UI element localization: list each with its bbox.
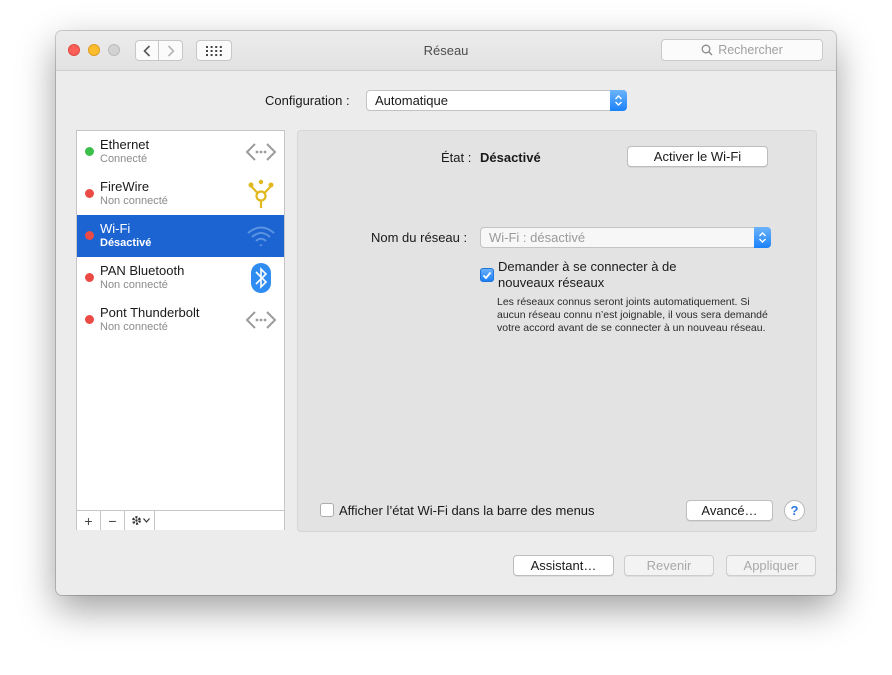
service-item-bluetooth[interactable]: PAN Bluetooth Non connecté — [77, 257, 284, 299]
help-button[interactable]: ? — [784, 500, 805, 521]
checkmark-icon — [482, 271, 492, 279]
revert-button[interactable]: Revenir — [624, 555, 714, 576]
status-dot — [85, 231, 94, 240]
apply-button[interactable]: Appliquer — [726, 555, 816, 576]
service-name: FireWire — [100, 179, 150, 194]
ask-join-checkbox[interactable] — [480, 268, 494, 282]
wifi-detail-pane: État : Désactivé Activer le Wi-Fi Nom du… — [297, 130, 817, 532]
search-field[interactable]: Rechercher — [661, 39, 823, 61]
service-item-firewire[interactable]: FireWire Non connecté — [77, 173, 284, 215]
service-item-wifi[interactable]: Wi-Fi Désactivé — [77, 215, 284, 257]
service-item-ethernet[interactable]: Ethernet Connecté — [77, 131, 284, 173]
ask-join-label-line1[interactable]: Demander à se connecter à de — [498, 259, 677, 274]
service-status: Non connecté — [100, 195, 168, 207]
ethernet-arrows-icon — [244, 136, 278, 168]
network-service-list: Ethernet Connecté FireWire Non connecté … — [76, 130, 285, 530]
advanced-button[interactable]: Avancé… — [686, 500, 773, 521]
network-name-popup[interactable]: Wi-Fi : désactivé — [480, 227, 771, 248]
state-value: Désactivé — [480, 150, 541, 165]
service-status: Connecté — [100, 153, 148, 165]
network-name-value: Wi-Fi : désactivé — [489, 230, 586, 245]
search-icon — [701, 44, 713, 56]
remove-service-button[interactable]: − — [101, 511, 125, 530]
show-wifi-status-checkbox[interactable] — [320, 503, 334, 517]
service-name: Wi-Fi — [100, 221, 131, 236]
popup-arrows-icon — [754, 227, 771, 248]
add-service-button[interactable]: + — [77, 511, 101, 530]
popup-arrows-icon — [610, 90, 627, 111]
service-status: Non connecté — [100, 321, 168, 333]
service-list-toolbar: + − — [77, 510, 284, 530]
ask-join-note-line1: Les réseaux connus seront joints automat… — [497, 296, 750, 308]
chevron-down-icon — [142, 518, 150, 523]
network-preferences-window: Réseau Rechercher Configuration : Automa… — [56, 31, 836, 595]
wifi-icon — [244, 220, 278, 252]
assistant-button[interactable]: Assistant… — [513, 555, 614, 576]
activate-wifi-button[interactable]: Activer le Wi-Fi — [627, 146, 768, 167]
ask-join-note-line3: votre accord avant de se connecter à un … — [497, 322, 766, 334]
search-placeholder: Rechercher — [718, 43, 783, 57]
service-item-thunderbolt[interactable]: Pont Thunderbolt Non connecté — [77, 299, 284, 341]
thunderbolt-bridge-arrows-icon — [244, 304, 278, 336]
ask-join-label-line2[interactable]: nouveaux réseaux — [498, 275, 604, 290]
bluetooth-icon — [244, 262, 278, 294]
firewire-icon — [244, 178, 278, 210]
configuration-label: Configuration : — [265, 93, 350, 108]
service-name: PAN Bluetooth — [100, 263, 185, 278]
status-dot — [85, 315, 94, 324]
gear-icon — [131, 516, 141, 525]
network-name-label: Nom du réseau : — [371, 230, 468, 245]
configuration-value: Automatique — [375, 93, 448, 108]
service-status: Non connecté — [100, 279, 168, 291]
status-dot — [85, 189, 94, 198]
service-name: Pont Thunderbolt — [100, 305, 200, 320]
service-name: Ethernet — [100, 137, 150, 152]
configuration-popup[interactable]: Automatique — [366, 90, 627, 111]
title-bar: Réseau Rechercher — [56, 31, 836, 71]
show-wifi-status-label[interactable]: Afficher l’état Wi-Fi dans la barre des … — [339, 503, 595, 518]
service-status: Désactivé — [100, 237, 152, 249]
status-dot — [85, 147, 94, 156]
ask-join-note-line2: aucun réseau connu n’est joignable, il v… — [497, 309, 768, 321]
action-menu-button[interactable] — [125, 511, 155, 530]
state-label: État : — [441, 150, 472, 165]
status-dot — [85, 273, 94, 282]
